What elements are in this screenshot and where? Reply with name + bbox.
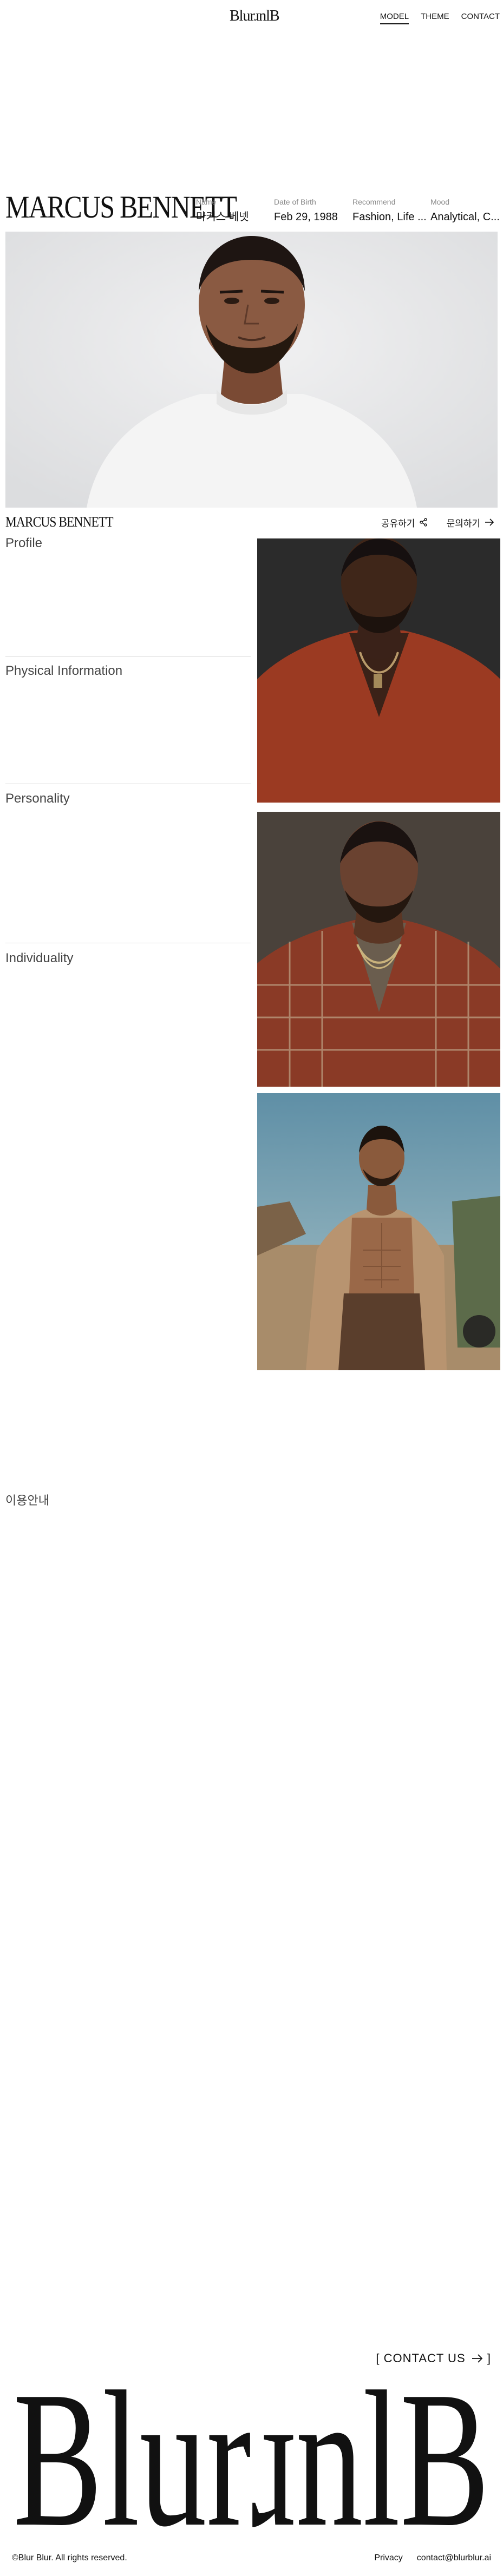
meta-value: Feb 29, 1988 xyxy=(274,211,338,223)
meta-value: Fashion, Life ... xyxy=(352,211,427,223)
photo-desert-shirtless xyxy=(257,1093,500,1370)
meta-value: Analytical, C... xyxy=(430,211,500,223)
main-nav: MODEL THEME CONTACT xyxy=(380,12,500,24)
section-profile: Profile xyxy=(5,536,43,550)
share-button[interactable]: 공유하기 xyxy=(381,516,428,529)
share-label: 공유하기 xyxy=(381,518,415,529)
footer-logo-text: BlurɹnlB xyxy=(13,2360,489,2538)
share-icon xyxy=(420,518,428,527)
photo-red-jacket xyxy=(257,538,500,803)
model-subbar: MARCUS BENNETT 공유하기 문의하기 xyxy=(5,509,498,536)
model-photo-3[interactable] xyxy=(257,1093,500,1370)
inquiry-button[interactable]: 문의하기 xyxy=(446,516,494,529)
site-header: BlurɹnlB MODEL THEME CONTACT xyxy=(0,0,503,35)
nav-model[interactable]: MODEL xyxy=(380,12,409,24)
inquiry-label: 문의하기 xyxy=(446,518,480,529)
meta-label: Name xyxy=(196,198,217,206)
arrow-right-icon xyxy=(485,518,494,526)
footer-big-logo: BlurɹnlB xyxy=(13,2360,489,2538)
meta-mood: Mood Analytical, C... xyxy=(430,197,500,224)
model-photo-2[interactable] xyxy=(257,812,500,1087)
model-photo-1[interactable] xyxy=(257,538,500,803)
meta-recommend: Recommend Fashion, Life ... xyxy=(352,197,427,224)
subbar-title: MARCUS BENNETT xyxy=(5,514,114,530)
copyright: ©Blur Blur. All rights reserved. xyxy=(12,2553,127,2562)
meta-label: Mood xyxy=(430,198,450,206)
subbar-actions: 공유하기 문의하기 xyxy=(381,516,494,529)
meta-name: Name 마커스 베넷 xyxy=(196,197,249,224)
meta-label: Recommend xyxy=(352,198,396,206)
section-physical: Physical Information xyxy=(5,663,123,678)
nav-theme[interactable]: THEME xyxy=(421,12,449,24)
section-personality: Personality xyxy=(5,791,70,806)
email-link[interactable]: contact@blurblur.ai xyxy=(417,2553,491,2563)
nav-contact[interactable]: CONTACT xyxy=(461,12,500,24)
photo-plaid-jacket xyxy=(257,812,500,1087)
section-individuality: Individuality xyxy=(5,951,74,965)
logo-text: BlurɹnlB xyxy=(230,8,280,24)
hero-portrait xyxy=(5,232,498,508)
footer-links: Privacy contact@blurblur.ai xyxy=(374,2553,491,2563)
meta-value: 마커스 베넷 xyxy=(196,211,249,223)
meta-label: Date of Birth xyxy=(274,198,316,206)
meta-birth: Date of Birth Feb 29, 1988 xyxy=(274,197,338,224)
portrait-illustration xyxy=(5,232,498,508)
site-logo[interactable]: BlurɹnlB xyxy=(230,8,280,25)
privacy-link[interactable]: Privacy xyxy=(374,2553,402,2563)
usage-guide-title: 이용안내 xyxy=(5,1494,49,1507)
